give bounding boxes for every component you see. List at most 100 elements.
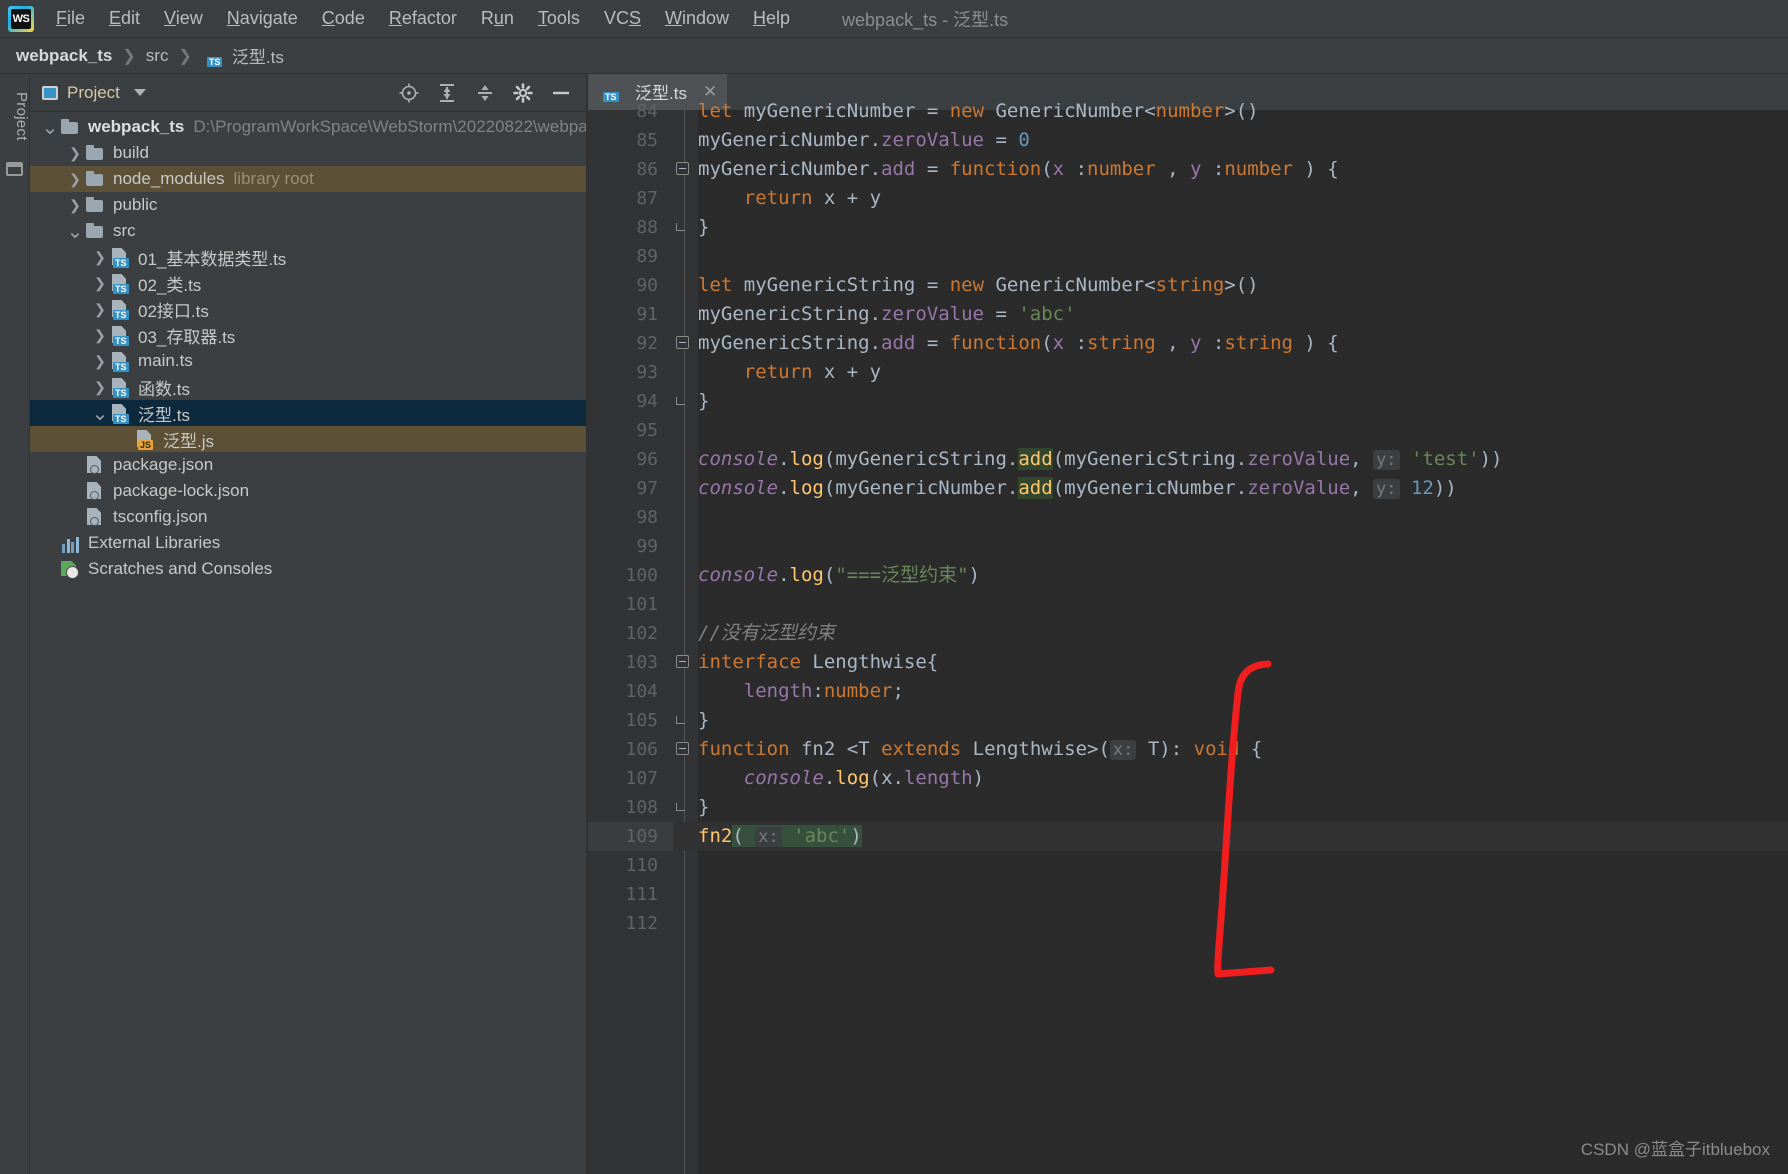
menu-window[interactable]: Window	[653, 5, 741, 32]
tree-row[interactable]: ❯ build	[30, 140, 586, 166]
line-number: 85	[636, 130, 658, 151]
code-line: 88}	[588, 213, 1788, 242]
ts-badge: TS	[113, 388, 129, 398]
fold-end-icon[interactable]	[676, 800, 691, 815]
tree-row[interactable]: ❯ TS 函数.ts	[30, 374, 586, 400]
tree-row[interactable]: ❯ TS 02_类.ts	[30, 270, 586, 296]
chevron-right-icon[interactable]: ❯	[65, 197, 85, 214]
ts-file-icon: TS	[110, 325, 130, 346]
tree-row-label: Scratches and Consoles	[88, 559, 273, 578]
chevron-right-icon[interactable]: ❯	[65, 145, 85, 162]
chevron-right-icon[interactable]: ❯	[90, 275, 110, 292]
code-line: 96 console.log(myGenericString.add(myGene…	[588, 445, 1788, 474]
breadcrumb-file[interactable]: 泛型.ts	[232, 43, 284, 68]
menu-refactor[interactable]: Refactor	[377, 5, 469, 32]
project-panel: Project ⌄ webpack_ts D:\ProgramWorkSpace…	[30, 74, 586, 1174]
menu-edit[interactable]: Edit	[97, 5, 152, 32]
line-number: 107	[625, 768, 658, 789]
chevron-right-icon[interactable]: ❯	[90, 249, 110, 266]
chevron-down-icon[interactable]: ⌄	[65, 219, 85, 244]
tree-row[interactable]: External Libraries	[30, 530, 586, 556]
chevron-down-icon[interactable]: ⌄	[40, 115, 60, 140]
fold-collapse-icon[interactable]	[676, 336, 691, 351]
menu-run[interactable]: Run	[469, 5, 526, 32]
menu-navigate[interactable]: Navigate	[215, 5, 310, 32]
tree-row-label: tsconfig.json	[113, 507, 208, 526]
menu-file[interactable]: File	[44, 5, 97, 32]
fold-end-icon[interactable]	[676, 220, 691, 235]
menu-bar: WS File Edit View Navigate Code Refactor…	[0, 0, 1788, 38]
tree-row[interactable]: ⌄ TS 泛型.ts	[30, 400, 586, 426]
tree-row[interactable]: ⌄ src	[30, 218, 586, 244]
folder-icon	[85, 143, 105, 163]
locate-target-icon[interactable]	[398, 82, 420, 104]
menu-tools[interactable]: Tools	[526, 5, 592, 32]
ts-badge: TS	[113, 310, 129, 320]
breadcrumb-project[interactable]: webpack_ts	[16, 46, 112, 66]
code-editor[interactable]: 84 let myGenericNumber = new GenericNumbe…	[588, 100, 1788, 1174]
chevron-right-icon[interactable]: ❯	[90, 379, 110, 396]
tree-row-label: 泛型.ts	[138, 405, 190, 425]
menu-help[interactable]: Help	[741, 5, 802, 32]
tree-row-label: package.json	[113, 455, 214, 474]
chevron-down-icon[interactable]	[133, 89, 146, 96]
line-number: 94	[636, 391, 658, 412]
chevron-right-icon[interactable]: ❯	[90, 327, 110, 344]
code-line: 87 return x + y	[588, 184, 1788, 213]
tree-row[interactable]: ❯ public	[30, 192, 586, 218]
code-line: 105}	[588, 706, 1788, 735]
tree-row[interactable]: ⌄ webpack_ts D:\ProgramWorkSpace\WebStorm\…	[30, 114, 586, 140]
tree-row[interactable]: package.json	[30, 452, 586, 478]
folder-icon	[85, 169, 105, 189]
tree-row-subtext: D:\ProgramWorkSpace\WebStorm\20220822\we…	[193, 117, 586, 136]
menu-code[interactable]: Code	[310, 5, 377, 32]
menu-vcs[interactable]: VCS	[592, 5, 653, 32]
fold-end-icon[interactable]	[676, 713, 691, 728]
chevron-right-icon[interactable]: ❯	[90, 353, 110, 370]
watermark: CSDN @蓝盒子itbluebox	[1580, 1140, 1770, 1159]
fold-collapse-icon[interactable]	[676, 162, 691, 177]
line-number: 96	[636, 449, 658, 470]
project-panel-icon	[42, 85, 58, 100]
tree-row[interactable]: ❯ TS main.ts	[30, 348, 586, 374]
tree-row[interactable]: ❯ TS 01_基本数据类型.ts	[30, 244, 586, 270]
collapse-all-icon[interactable]	[474, 82, 496, 104]
code-line: 97 console.log(myGenericNumber.add(myGene…	[588, 474, 1788, 503]
menu-view[interactable]: View	[152, 5, 215, 32]
breadcrumb-folder[interactable]: src	[146, 46, 169, 66]
line-number: 99	[636, 536, 658, 557]
tree-row[interactable]: ❯ TS 02接口.ts	[30, 296, 586, 322]
expand-all-icon[interactable]	[436, 82, 458, 104]
tree-row[interactable]: package-lock.json	[30, 478, 586, 504]
tool-button-project[interactable]: Project	[0, 88, 30, 141]
tree-row[interactable]: ❯ TS 03_存取器.ts	[30, 322, 586, 348]
project-tree[interactable]: ⌄ webpack_ts D:\ProgramWorkSpace\WebStorm\…	[30, 112, 586, 582]
code-line: 106 function fn2 <T extends Lengthwise>(x…	[588, 735, 1788, 764]
code-line: 94}	[588, 387, 1788, 416]
fold-end-icon[interactable]	[676, 394, 691, 409]
code-text: console.log(x.length)	[743, 767, 985, 789]
tree-row[interactable]: JS 泛型.js	[30, 426, 586, 452]
chevron-right-icon[interactable]: ❯	[90, 301, 110, 318]
tree-row-label: 02_类.ts	[138, 275, 202, 295]
tree-row[interactable]: tsconfig.json	[30, 504, 586, 530]
tree-row[interactable]: Scratches and Consoles	[30, 556, 586, 582]
chevron-down-icon[interactable]: ⌄	[90, 401, 110, 426]
code-line: 93 return x + y	[588, 358, 1788, 387]
tree-row-label: 01_基本数据类型.ts	[138, 249, 287, 269]
tree-row[interactable]: ❯ node_modules library root	[30, 166, 586, 192]
fold-collapse-icon[interactable]	[676, 742, 691, 757]
tree-row-label: External Libraries	[88, 533, 221, 552]
code-line: 103 interface Lengthwise{	[588, 648, 1788, 677]
code-line: 85 myGenericNumber.zeroValue = 0	[588, 126, 1788, 155]
chevron-right-icon[interactable]: ❯	[65, 171, 85, 188]
code-line: 92 myGenericString.add = function(x :stri…	[588, 329, 1788, 358]
minimize-icon[interactable]	[550, 82, 572, 104]
project-view-icon[interactable]	[6, 162, 23, 176]
gear-icon[interactable]	[512, 82, 534, 104]
line-number: 110	[625, 855, 658, 876]
json-file-icon	[85, 481, 105, 501]
code-text: length:number;	[743, 680, 904, 702]
code-text: myGenericNumber.zeroValue = 0	[698, 129, 1030, 151]
fold-collapse-icon[interactable]	[676, 655, 691, 670]
